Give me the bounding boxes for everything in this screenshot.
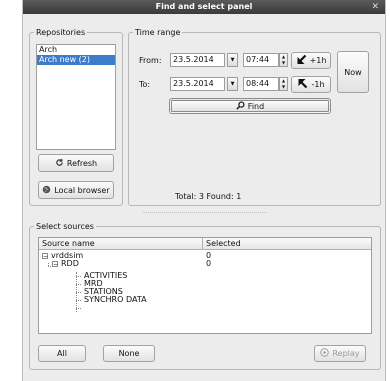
collapse-icon[interactable]: − [52, 261, 58, 268]
replay-button[interactable]: Replay [314, 345, 366, 362]
spin-down-icon[interactable]: ▼ [282, 60, 285, 66]
find-select-window: Find and select panel ✕ Repositories Arc… [22, 0, 386, 381]
from-time-field[interactable]: 07:44 [243, 53, 279, 67]
chevron-down-icon: ▼ [230, 81, 235, 87]
from-date-dropdown[interactable]: ▼ [227, 53, 238, 67]
table-row[interactable]: − vrddsim 0 [39, 252, 371, 260]
now-button[interactable]: Now [337, 51, 369, 93]
local-browser-button[interactable]: Local browser [38, 181, 114, 199]
results-count: Total: 3 Found: 1 [175, 192, 242, 201]
select-none-button[interactable]: None [103, 345, 155, 362]
sources-table: Source name Selected − vrddsim 0 − RDD 0… [38, 237, 372, 334]
to-date-field[interactable]: 23.5.2014 [170, 77, 225, 91]
globe-icon [42, 185, 51, 196]
source-name-cell: SYNCHRO DATA [84, 295, 147, 304]
table-header: Source name Selected [39, 238, 371, 250]
refresh-label: Refresh [66, 158, 98, 168]
minus-hour-button[interactable]: -1h [291, 76, 331, 93]
repository-item-selected[interactable]: Arch new (2) [37, 55, 115, 65]
title-bar: Find and select panel ✕ [23, 0, 385, 14]
table-row[interactable]: − RDD 0 [39, 260, 371, 268]
tree-connector [76, 308, 81, 309]
to-time-spinner[interactable]: ▲ ▼ [279, 77, 288, 91]
arrow-down-left-icon [296, 54, 307, 67]
from-label: From: [139, 56, 162, 65]
select-sources-legend: Select sources [36, 222, 94, 231]
to-label: To: [139, 80, 151, 89]
window-title: Find and select panel [155, 2, 253, 11]
panel-splitter[interactable] [143, 212, 267, 216]
repositories-legend: Repositories [36, 28, 86, 37]
replay-label: Replay [332, 349, 360, 358]
selected-cell: 0 [206, 259, 212, 268]
to-time-field[interactable]: 08:44 [243, 77, 279, 91]
column-source-name[interactable]: Source name [39, 238, 203, 249]
collapse-icon[interactable]: − [42, 253, 48, 260]
spin-down-icon[interactable]: ▼ [282, 84, 285, 90]
table-row[interactable]: SYNCHRO DATA [39, 296, 371, 304]
close-icon[interactable]: ✕ [371, 0, 379, 14]
column-selected[interactable]: Selected [203, 238, 371, 249]
repositories-list[interactable]: Arch Arch new (2) [36, 44, 116, 150]
to-date-dropdown[interactable]: ▼ [227, 77, 238, 91]
from-date-field[interactable]: 23.5.2014 [170, 53, 225, 67]
minus-hour-label: -1h [311, 80, 325, 89]
play-icon [320, 348, 330, 359]
refresh-icon [55, 158, 64, 169]
local-browser-label: Local browser [54, 185, 110, 195]
find-label: Find [247, 101, 265, 111]
chevron-down-icon: ▼ [230, 57, 235, 63]
repository-item[interactable]: Arch [37, 45, 115, 55]
arrow-up-left-icon [297, 78, 308, 91]
select-all-button[interactable]: All [38, 345, 86, 362]
refresh-button[interactable]: Refresh [38, 154, 114, 172]
plus-hour-label: +1h [309, 56, 327, 65]
find-button[interactable]: Find [169, 98, 331, 114]
search-icon [236, 100, 245, 112]
from-time-spinner[interactable]: ▲ ▼ [279, 53, 288, 67]
time-range-legend: Time range [135, 28, 181, 37]
source-name-cell: RDD [61, 259, 79, 268]
plus-hour-button[interactable]: +1h [291, 52, 331, 69]
